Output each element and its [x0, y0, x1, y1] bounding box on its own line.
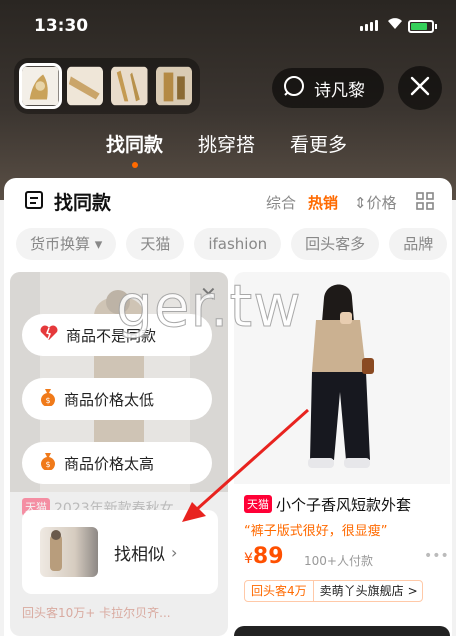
tab-find-same[interactable]: 找同款 [106, 130, 164, 168]
svg-text:$: $ [45, 460, 50, 469]
dimmed-shop-info: 回头客10万+ 卡拉尔贝齐... [22, 606, 171, 620]
filter-ifashion[interactable]: ifashion [194, 228, 282, 260]
filter-brand[interactable]: 品牌 [389, 228, 448, 260]
similar-thumbnail [40, 527, 98, 577]
svg-text:$: $ [45, 396, 50, 405]
sort-hot[interactable]: 热销 [308, 192, 338, 213]
broken-heart-icon [40, 325, 58, 345]
feedback-price-low[interactable]: $ 商品价格太低 [22, 378, 212, 420]
tab-see-more[interactable]: 看更多 [290, 130, 347, 157]
sort-comprehensive[interactable]: 综合 [266, 192, 296, 213]
sales-count: 100+人付款 [304, 554, 373, 568]
sort-arrows-icon: ⇕ [354, 194, 367, 212]
money-bag-icon: $ [40, 452, 56, 474]
status-bar: 13:30 [0, 0, 456, 50]
status-time: 13:30 [34, 16, 89, 36]
image-search-pill[interactable]: 诗凡黎 [272, 68, 384, 108]
filter-label: 货币换算 [30, 235, 91, 253]
crop-thumbnail[interactable] [19, 63, 62, 109]
filter-currency[interactable]: 货币换算 ▾ [16, 228, 117, 260]
feedback-price-high[interactable]: $ 商品价格太高 [22, 442, 212, 484]
sort-price[interactable]: ⇕价格 [354, 192, 397, 213]
watermark: ger.tw [116, 272, 302, 341]
next-product-card[interactable] [234, 626, 450, 636]
camera-search-header: 13:30 诗凡黎 找同款 挑穿搭 看更多 [0, 0, 456, 200]
tmall-badge: 天猫 [244, 495, 272, 513]
price: ¥89 [244, 544, 284, 569]
price-currency: ¥ [244, 551, 253, 567]
crop-thumbnail[interactable] [111, 66, 148, 106]
close-icon [410, 76, 430, 100]
tab-outfit[interactable]: 挑穿搭 [198, 130, 255, 157]
chevron-right-icon: > [407, 584, 418, 598]
shop-link[interactable]: 回头客4万 卖萌丫头旗舰店 > [244, 580, 423, 602]
money-bag-icon: $ [40, 388, 56, 410]
list-icon [24, 190, 44, 214]
search-keyword: 诗凡黎 [314, 80, 365, 101]
filter-tmall[interactable]: 天猫 [126, 228, 185, 260]
results-sheet: 找同款 综合 热销 ⇕价格 货币换算 ▾ 天猫 ifashion 回头客多 品牌… [4, 178, 452, 636]
close-button[interactable] [398, 66, 442, 110]
find-similar-label: 找相似 [114, 544, 165, 565]
tab-label: 找同款 [106, 134, 164, 156]
product-title-text: 小个子香风短款外套 [276, 496, 412, 514]
shop-name: 卖萌丫头旗舰店 [319, 584, 404, 598]
find-similar-button[interactable]: 找相似 › [22, 510, 218, 594]
search-icon [282, 74, 306, 102]
product-title: 天猫 小个子香风短款外套 [244, 494, 411, 515]
results-header: 找同款 综合 热销 ⇕价格 [4, 178, 452, 222]
filter-returning[interactable]: 回头客多 [291, 228, 380, 260]
feedback-label: 商品价格太低 [64, 390, 155, 409]
more-options-icon[interactable]: ••• [424, 548, 449, 564]
returning-customers: 回头客4万 [245, 581, 314, 601]
filter-chips: 货币换算 ▾ 天猫 ifashion 回头客多 品牌 [16, 228, 452, 260]
chevron-right-icon: › [171, 542, 178, 562]
page-title: 找同款 [54, 192, 112, 214]
review-quote: “裤子版式很好，很显瘦” [244, 524, 388, 539]
dropdown-icon: ▾ [94, 235, 103, 253]
grid-view-icon[interactable] [416, 192, 434, 214]
mode-tabs: 找同款 挑穿搭 看更多 [0, 126, 456, 168]
feedback-label: 商品价格太高 [64, 454, 155, 473]
crop-thumbnail[interactable] [155, 66, 192, 106]
sort-price-label: 价格 [366, 194, 397, 212]
price-value: 89 [252, 544, 284, 569]
battery-icon [408, 20, 437, 33]
crop-thumbnail[interactable] [66, 66, 103, 106]
wifi-icon [386, 16, 404, 34]
cell-signal-icon [360, 20, 378, 31]
photo-crop-thumbnails [14, 58, 200, 114]
active-tab-indicator [131, 162, 138, 168]
